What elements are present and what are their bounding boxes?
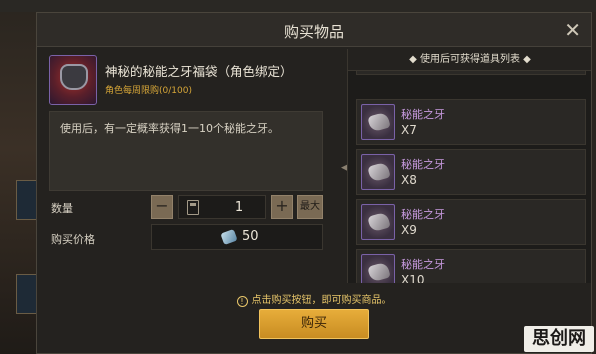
price-label: 购买价格 xyxy=(51,233,95,246)
price-display: 50 xyxy=(151,224,323,250)
reward-name: 秘能之牙 xyxy=(401,158,445,171)
item-name: 神秘的秘能之牙福袋（角色绑定） xyxy=(105,64,293,79)
reward-item[interactable]: 秘能之牙 X7 xyxy=(356,99,586,145)
quantity-max-button[interactable]: 最大 xyxy=(297,195,323,219)
notice-text: 点击购买按钮，即可购买商品。 xyxy=(251,295,392,306)
gem-icon xyxy=(220,228,238,246)
item-description-box: 使用后，有一定概率获得1一10个秘能之牙。 xyxy=(49,111,323,191)
price-value: 50 xyxy=(242,229,259,244)
dialog-title: 购买物品 xyxy=(283,23,344,41)
buy-button[interactable]: 购买 xyxy=(259,309,369,339)
reward-list-panel[interactable]: X6 ◆ 使用后可获得道具列表 ◆ 秘能之牙 X7 秘能之牙 X8 秘能之牙 X… xyxy=(347,49,591,283)
background-slot xyxy=(16,180,38,220)
item-header: 神秘的秘能之牙福袋（角色绑定） 角色每周限购(0/100) xyxy=(49,55,349,115)
reward-list-header: ◆ 使用后可获得道具列表 ◆ xyxy=(348,49,591,71)
reward-count: X7 xyxy=(401,123,417,137)
reward-list-title: 使用后可获得道具列表 xyxy=(420,54,520,65)
purchase-dialog: 购买物品 ✕ 神秘的秘能之牙福袋（角色绑定） 角色每周限购(0/100) 使用后… xyxy=(36,12,592,354)
fang-icon xyxy=(361,104,395,140)
quantity-label: 数量 xyxy=(51,202,73,215)
quantity-value: 1 xyxy=(234,200,244,215)
fang-icon xyxy=(361,154,395,190)
quantity-minus-button[interactable]: − xyxy=(151,195,173,219)
fang-icon xyxy=(361,254,395,283)
reward-name: 秘能之牙 xyxy=(401,258,445,271)
reward-item[interactable]: 秘能之牙 X8 xyxy=(356,149,586,195)
background-left-scene xyxy=(0,12,38,354)
reward-count: X10 xyxy=(401,273,425,283)
reward-name: 秘能之牙 xyxy=(401,208,445,221)
lucky-bag-icon xyxy=(49,55,97,105)
site-watermark: 思创网 xyxy=(524,326,594,352)
calculator-icon[interactable] xyxy=(187,200,199,215)
reward-item[interactable]: 秘能之牙 X9 xyxy=(356,199,586,245)
quantity-input[interactable]: 1 xyxy=(178,195,266,219)
background-top-bar xyxy=(0,0,596,12)
purchase-notice: ! 点击购买按钮，即可购买商品。 xyxy=(37,291,591,307)
dialog-titlebar: 购买物品 ✕ xyxy=(37,13,591,47)
item-description: 使用后，有一定概率获得1一10个秘能之牙。 xyxy=(60,122,279,135)
background-slot xyxy=(16,274,38,314)
reward-name: 秘能之牙 xyxy=(401,108,445,121)
close-icon[interactable]: ✕ xyxy=(564,18,581,42)
fang-icon xyxy=(361,204,395,240)
warning-icon: ! xyxy=(236,296,248,307)
quantity-plus-button[interactable]: + xyxy=(271,195,293,219)
reward-count: X8 xyxy=(401,173,417,187)
reward-item[interactable]: 秘能之牙 X10 xyxy=(356,249,586,283)
reward-count: X9 xyxy=(401,223,417,237)
item-purchase-limit: 角色每周限购(0/100) xyxy=(105,86,192,96)
